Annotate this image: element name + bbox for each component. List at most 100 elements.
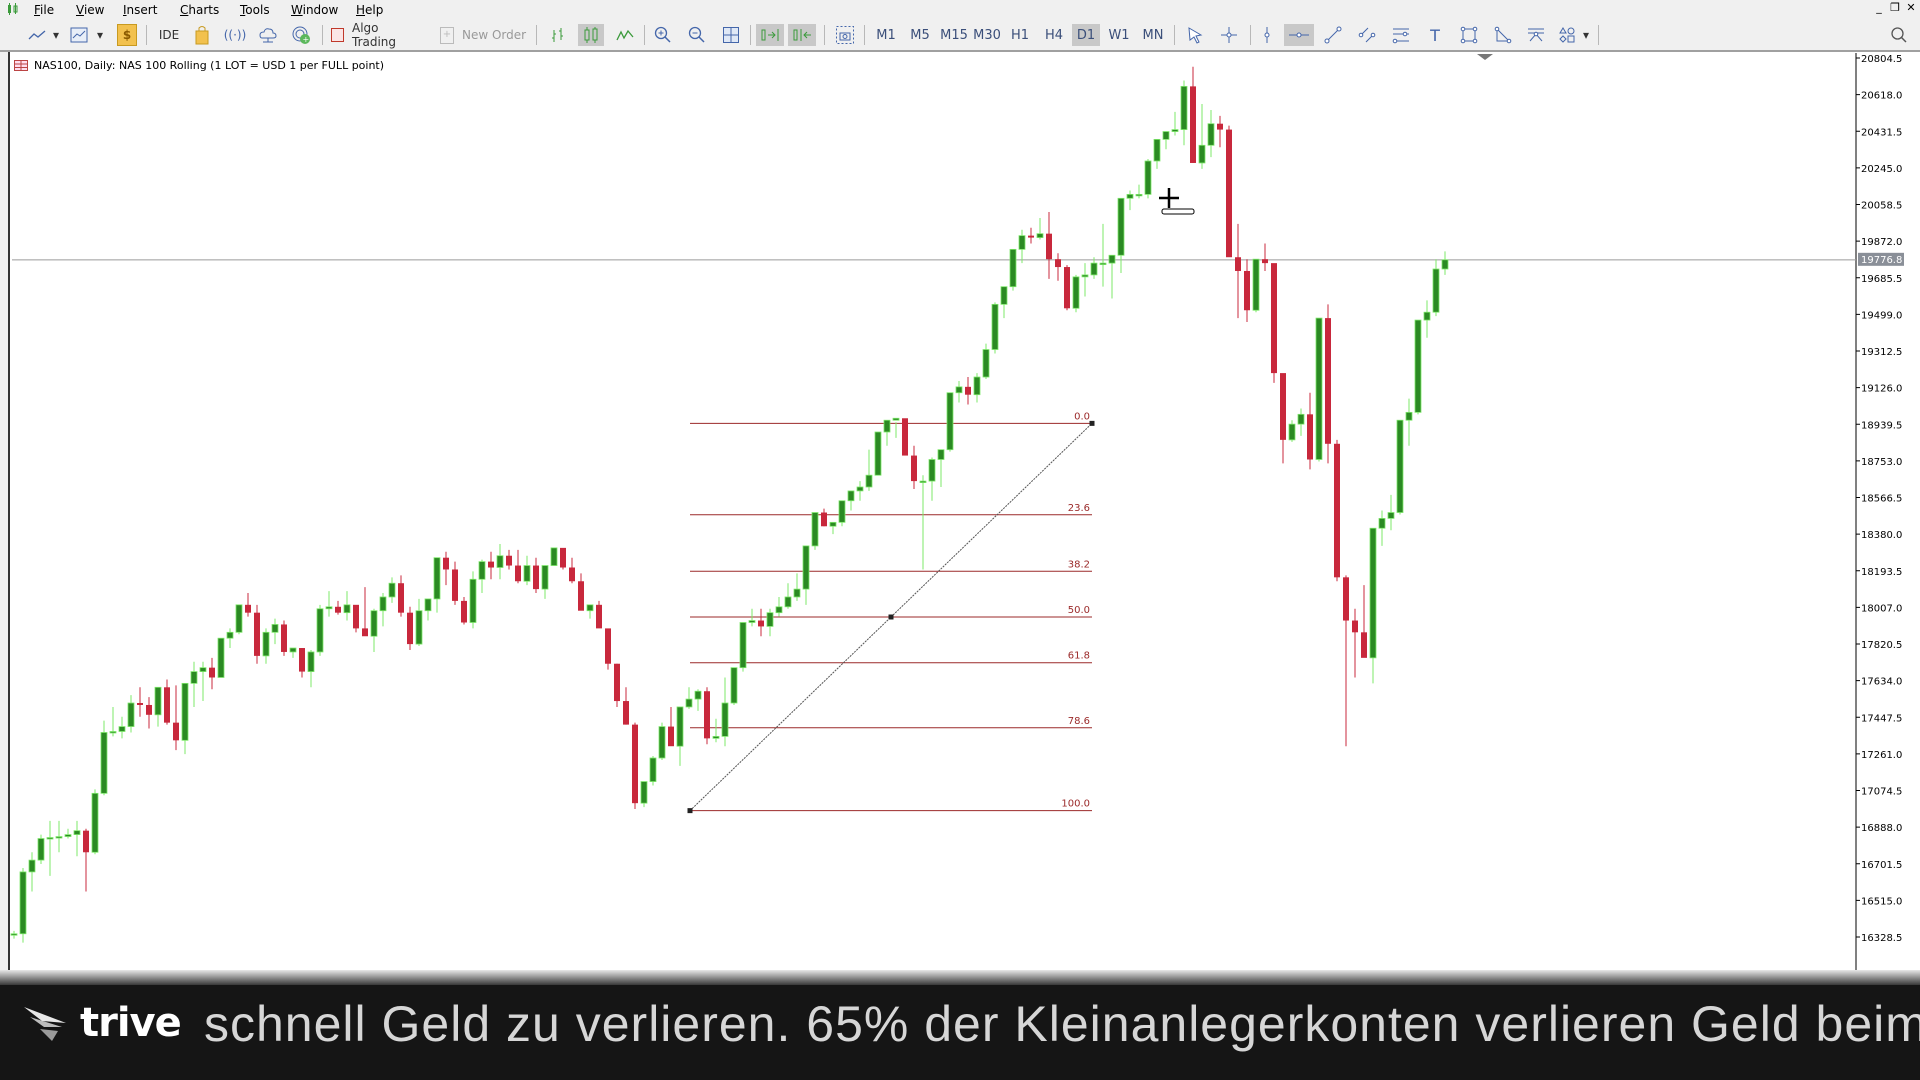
restore-button[interactable]: ❐ [1888,1,1902,15]
timeframe-h1[interactable]: H1 [1006,24,1034,46]
vps-icon[interactable]: + [288,24,314,46]
menu-insert[interactable]: Insert [123,3,157,17]
menu-help[interactable]: Help [356,3,383,17]
timeframe-m15[interactable]: M15 [938,24,970,46]
candle-body [1361,632,1367,658]
triangle-icon[interactable] [1490,24,1516,46]
algo-trading-button[interactable]: Algo Trading [352,21,426,49]
candle-body [1307,414,1313,460]
zoom-in-icon[interactable] [650,24,676,46]
candle-body [362,628,368,637]
candle-body [398,583,404,613]
menu-charts[interactable]: Charts [180,3,219,17]
candle-body [775,606,783,614]
candlestick-chart-icon[interactable] [578,24,604,46]
algo-trading-toggle-icon[interactable] [328,24,346,46]
candle-body [1271,263,1277,374]
brand-name: trive [80,1000,182,1046]
cloud-icon[interactable] [256,24,280,46]
candle [730,667,738,705]
close-button[interactable]: ✕ [1904,1,1918,15]
template-dropdown-icon[interactable]: ▾ [94,24,106,46]
shapes-dropdown-icon[interactable]: ▾ [1580,24,1592,46]
candle-body [199,667,207,672]
timeframe-m5[interactable]: M5 [906,24,934,46]
candle-body [407,612,413,645]
minimize-button[interactable]: _ [1872,1,1886,15]
candle [1396,419,1404,515]
candle-body [865,474,873,488]
timeframe-m30[interactable]: M30 [970,24,1004,46]
shapes-icon[interactable] [1554,24,1580,46]
candle [281,620,287,656]
candle-body [605,628,611,664]
menu-file[interactable]: File [34,3,54,17]
disclaimer-text: schnell Geld zu verlieren. 65% der Klein… [204,996,1920,1052]
candle-body [569,567,575,582]
menu-tools[interactable]: Tools [240,3,270,17]
candle [1226,125,1232,258]
y-tick-label: 18753.0 [1861,457,1902,468]
market-bag-icon[interactable] [190,24,214,46]
chart-template-icon[interactable] [66,24,92,46]
fib-anchor-point [888,614,894,620]
timeframe-d1[interactable]: D1 [1072,24,1100,46]
dollar-icon[interactable]: $ [116,24,138,46]
y-tick-label: 17074.5 [1861,787,1902,798]
price-chart[interactable]: 20804.5 20618.0 20431.5 20245.0 20058.5 19872… [10,52,1920,982]
vertical-line-icon[interactable] [1256,24,1278,46]
new-order-button[interactable]: New Order [462,24,528,46]
candle-body [632,724,638,804]
candle-body [73,830,81,835]
timeframe-m1[interactable]: M1 [872,24,900,46]
timeframe-h4[interactable]: H4 [1040,24,1068,46]
auto-scroll-icon[interactable] [756,24,784,46]
fibonacci-icon[interactable] [1388,24,1414,46]
tile-windows-icon[interactable] [718,24,744,46]
candle-body [307,651,315,672]
signals-icon[interactable]: ((·)) [222,24,248,46]
cursor-icon[interactable] [1182,24,1208,46]
line-type-icon[interactable] [612,24,638,46]
chart-type-dropdown-icon[interactable]: ▾ [50,24,62,46]
candle-body [1378,518,1386,529]
candle-body [461,600,467,623]
timeframe-mn[interactable]: MN [1138,24,1168,46]
candle-body [388,582,396,598]
candle-body [1414,319,1422,413]
candle-body [946,392,954,451]
candle [1325,304,1331,464]
menu-window[interactable]: Window [291,3,338,17]
ide-button[interactable]: IDE [154,24,184,46]
candle [407,606,413,650]
candle-body [1153,138,1161,162]
candle [550,547,558,566]
trendline-icon[interactable] [1320,24,1346,46]
candle-body [550,547,558,566]
screenshot-icon[interactable] [832,24,858,46]
candle-body [821,512,827,527]
pitchfork-icon[interactable] [1522,24,1550,46]
candle-body [209,667,215,678]
timeframe-w1[interactable]: W1 [1105,24,1133,46]
menu-view[interactable]: View [76,3,104,17]
fib-level-label: 38.2 [1068,559,1090,570]
horizontal-line-icon[interactable] [1284,24,1314,46]
bar-chart-icon[interactable] [546,24,570,46]
candle [37,834,45,865]
candle [838,500,846,527]
candle-body [154,686,162,716]
y-tick-label: 18193.5 [1861,567,1902,578]
new-order-icon[interactable]: + [438,24,456,46]
channel-icon[interactable] [1354,24,1380,46]
line-chart-icon[interactable] [24,24,50,46]
chart-window[interactable]: 20804.5 20618.0 20431.5 20245.0 20058.5 19872… [8,52,1920,982]
crosshair-icon[interactable] [1216,24,1242,46]
search-icon[interactable] [1886,24,1912,46]
text-icon[interactable]: T [1422,24,1448,46]
zoom-out-icon[interactable] [684,24,710,46]
rectangle-icon[interactable] [1456,24,1482,46]
chart-shift-icon[interactable] [788,24,816,46]
candle [1144,159,1152,199]
candle [353,604,359,633]
